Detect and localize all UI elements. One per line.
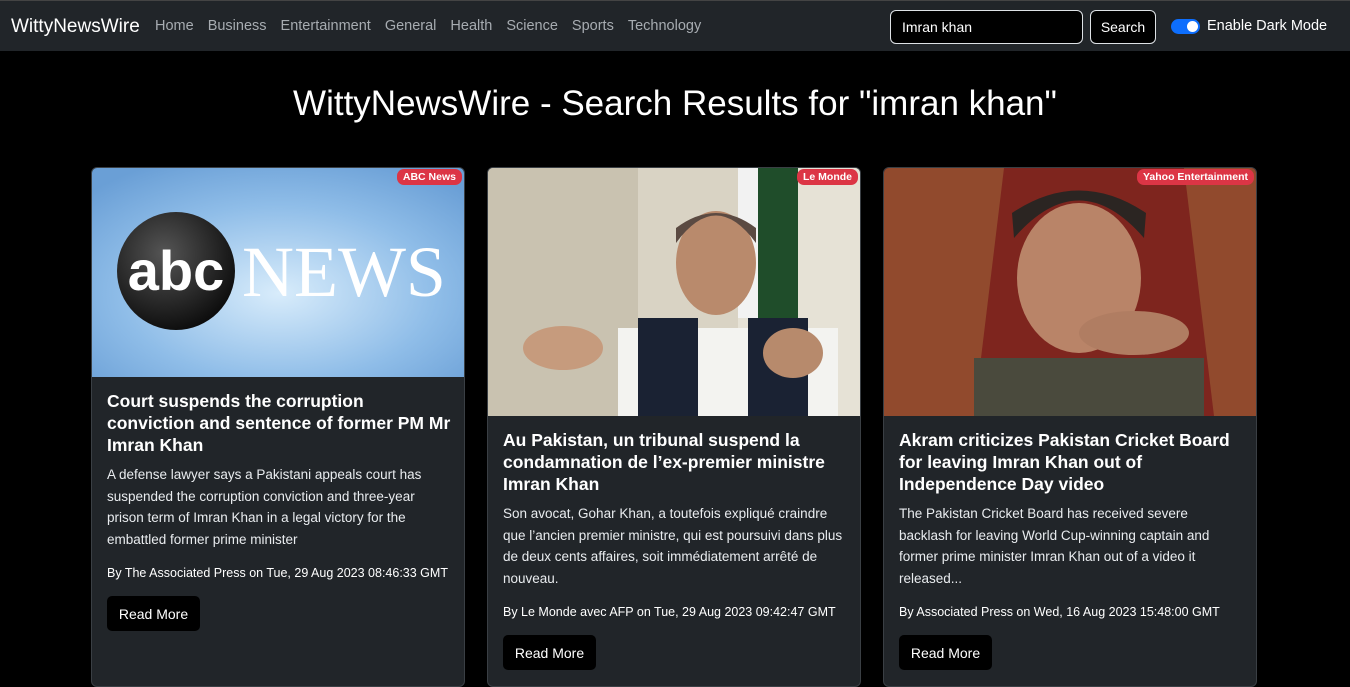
- card-body: Akram criticizes Pakistan Cricket Board …: [899, 429, 1244, 670]
- article-title[interactable]: Au Pakistan, un tribunal suspend la cond…: [503, 429, 848, 495]
- read-more-button[interactable]: Read More: [503, 635, 596, 670]
- dark-mode-toggle[interactable]: [1171, 19, 1200, 34]
- article-title[interactable]: Court suspends the corruption conviction…: [107, 390, 452, 456]
- nav-link-entertainment[interactable]: Entertainment: [281, 18, 371, 34]
- card-body: Court suspends the corruption conviction…: [107, 390, 452, 631]
- news-logo-text: NEWS: [242, 232, 446, 312]
- nav-link-home[interactable]: Home: [155, 18, 194, 34]
- news-card: Le Monde Au Pakistan, un tribunal suspen…: [487, 167, 861, 687]
- navbar: WittyNewsWire Home Business Entertainmen…: [0, 0, 1350, 51]
- brand-logo[interactable]: WittyNewsWire: [11, 16, 140, 38]
- read-more-button[interactable]: Read More: [899, 635, 992, 670]
- article-meta: By Le Monde avec AFP on Tue, 29 Aug 2023…: [503, 605, 836, 619]
- article-image[interactable]: [884, 168, 1256, 416]
- article-description: The Pakistan Cricket Board has received …: [899, 506, 1210, 586]
- card-body: Au Pakistan, un tribunal suspend la cond…: [503, 429, 848, 670]
- search-button[interactable]: Search: [1090, 10, 1156, 44]
- page-title: WittyNewsWire - Search Results for "imra…: [293, 84, 1057, 123]
- article-image[interactable]: abc NEWS: [92, 168, 464, 377]
- nav-link-health[interactable]: Health: [450, 18, 492, 34]
- nav-link-general[interactable]: General: [385, 18, 437, 34]
- nav-link-business[interactable]: Business: [208, 18, 267, 34]
- article-description: Son avocat, Gohar Khan, a toutefois expl…: [503, 506, 843, 586]
- nav-link-technology[interactable]: Technology: [628, 18, 701, 34]
- news-card: ABC News abc NEWS Court suspends the cor…: [91, 167, 465, 687]
- source-badge: Yahoo Entertainment: [1136, 169, 1254, 185]
- article-description: A defense lawyer says a Pakistani appeal…: [107, 467, 422, 547]
- nav-link-sports[interactable]: Sports: [572, 18, 614, 34]
- dark-mode-label: Enable Dark Mode: [1207, 18, 1328, 34]
- source-badge: Le Monde: [797, 169, 858, 185]
- article-image[interactable]: [488, 168, 860, 416]
- read-more-button[interactable]: Read More: [107, 596, 200, 631]
- nav-links: Home Business Entertainment General Heal…: [155, 18, 715, 34]
- abc-logo-text: abc: [128, 239, 225, 302]
- article-meta: By The Associated Press on Tue, 29 Aug 2…: [107, 566, 448, 580]
- source-badge: ABC News: [396, 169, 462, 185]
- article-title[interactable]: Akram criticizes Pakistan Cricket Board …: [899, 429, 1244, 495]
- toggle-knob: [1187, 21, 1198, 32]
- search-input[interactable]: [890, 10, 1083, 44]
- nav-link-science[interactable]: Science: [506, 18, 558, 34]
- news-card: Yahoo Entertainment Akram criticizes Pak…: [883, 167, 1257, 687]
- article-meta: By Associated Press on Wed, 16 Aug 2023 …: [899, 605, 1220, 619]
